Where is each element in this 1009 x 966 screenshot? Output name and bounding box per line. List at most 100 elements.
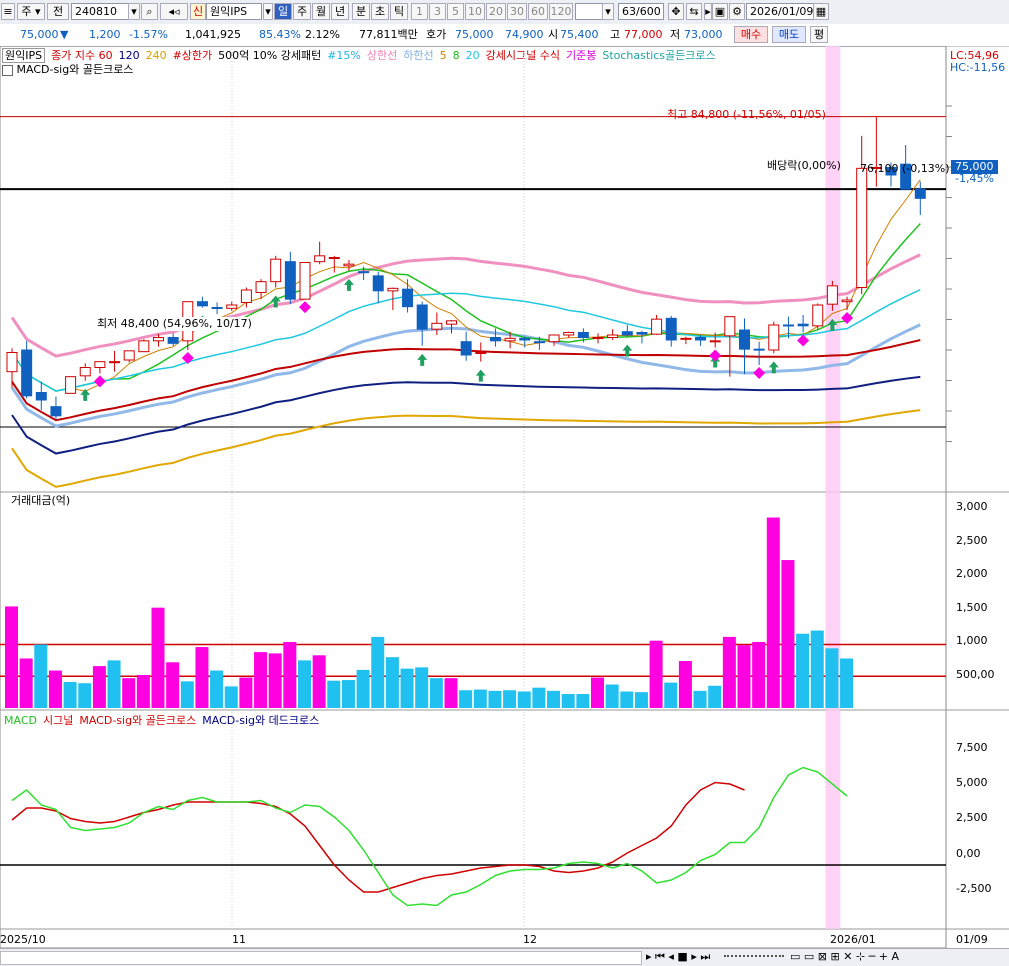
current-price: 75,000 <box>20 28 59 41</box>
count-input[interactable]: 63/600 <box>618 3 664 20</box>
volume-tick-1000: 1,000 <box>956 634 988 647</box>
period-year-button[interactable]: 년 <box>331 3 349 20</box>
minute-5-button[interactable]: 5 <box>447 3 464 20</box>
search-icon[interactable]: ⌕ <box>141 3 158 20</box>
minute-dropdown-icon[interactable]: ▾ <box>602 3 614 20</box>
candle-body <box>548 334 560 343</box>
volume-bar <box>678 661 692 708</box>
date-input[interactable]: 2026/01/09 <box>746 3 814 20</box>
volume-bar <box>78 683 92 708</box>
volume-bar <box>429 678 443 708</box>
candle-body <box>607 334 619 338</box>
minute-1-button[interactable]: 1 <box>411 3 428 20</box>
candle-body <box>768 324 780 351</box>
high-label: 고 <box>610 28 621 41</box>
candle-body <box>372 275 384 292</box>
macd-legend-item-0[interactable]: MACD <box>4 714 37 727</box>
volume-bar <box>239 677 253 708</box>
period-tick-button[interactable]: 틱 <box>390 3 408 20</box>
minute-10-button[interactable]: 10 <box>465 3 485 20</box>
view-tools-icons[interactable]: ▭ ▭ ⊠ ⊞ ✕ ⊹ ─ + A <box>790 950 899 964</box>
settings-icon[interactable]: ⚙ <box>729 3 745 20</box>
buy-button[interactable]: 매수 <box>734 26 768 43</box>
candle-body <box>240 289 252 303</box>
volume-bar <box>48 670 62 708</box>
x-label-jan: 2026/01 <box>830 933 876 946</box>
down-arrow-icon: ▼ <box>60 28 69 41</box>
volume-bar <box>151 607 165 708</box>
minute-60-button[interactable]: 60 <box>528 3 548 20</box>
period-minute-button[interactable]: 분 <box>352 3 370 20</box>
buy-signal-icon <box>475 369 486 382</box>
volume-bar <box>810 630 824 708</box>
volume-bar <box>122 678 136 708</box>
volume-bar <box>400 668 414 708</box>
zoom-slider[interactable] <box>724 955 784 960</box>
volume-bar <box>547 690 561 708</box>
bottom-scrollbar[interactable]: ▸ ⏮ ◂ ■ ▸ ⏭ ▭ ▭ ⊠ ⊞ ✕ ⊹ ─ + A <box>0 948 1009 966</box>
stock-name[interactable]: 원익IPS <box>206 3 262 20</box>
volume-bar <box>722 636 736 708</box>
period-month-button[interactable]: 월 <box>312 3 330 20</box>
candle-body <box>270 258 282 283</box>
volume-bar <box>224 686 238 708</box>
macd-tick-7500: 7,500 <box>956 741 988 754</box>
minute-20-button[interactable]: 20 <box>486 3 506 20</box>
minute-120-button[interactable]: 120 <box>549 3 573 20</box>
compare-icon[interactable]: ⇆ <box>686 3 702 20</box>
period-second-button[interactable]: 초 <box>371 3 389 20</box>
volume-bar <box>737 645 751 708</box>
save-icon[interactable]: ▣ <box>712 3 728 20</box>
buy-signal-icon <box>343 278 354 291</box>
period-week-button[interactable]: 주 <box>293 3 311 20</box>
market-select[interactable]: 주 ▾ <box>17 3 45 20</box>
volume-bar <box>796 633 810 708</box>
volume-bar <box>341 680 355 708</box>
name-dropdown-icon[interactable]: ▾ <box>263 3 273 20</box>
period-type-select[interactable]: 전 <box>47 3 69 20</box>
volume-bar <box>5 606 18 708</box>
scroll-track[interactable] <box>0 951 642 965</box>
candle-body <box>109 361 121 364</box>
minute-3-button[interactable]: 3 <box>429 3 446 20</box>
candle-body <box>50 406 62 417</box>
calendar-icon[interactable]: ▦ <box>813 3 829 20</box>
count-total: /600 <box>636 5 661 18</box>
ma120-line <box>11 375 921 455</box>
volume-ratio: 85.43% <box>259 28 301 41</box>
candle-body <box>358 271 370 274</box>
candle-body <box>504 337 516 342</box>
code-input[interactable]: 240810 <box>71 3 129 20</box>
volume-bar <box>444 678 458 708</box>
avg-button[interactable]: 평 <box>810 26 828 43</box>
candle-body <box>226 304 238 309</box>
scroll-nav-icons[interactable]: ▸ ⏮ ◂ ■ ▸ ⏭ <box>646 950 710 964</box>
macd-legend-item-2[interactable]: MACD-sig와 골든크로스 <box>79 714 196 727</box>
candle-body <box>739 329 750 350</box>
trade-amount: 77,811백만 <box>359 28 418 41</box>
volume-bar <box>620 691 634 708</box>
macd-legend-item-3[interactable]: MACD-sig와 데드크로스 <box>202 714 319 727</box>
x-label-right: 01/09 <box>956 933 988 946</box>
candle-body <box>79 367 91 377</box>
more-icon[interactable]: ▸ <box>704 3 712 20</box>
candle-body <box>680 337 692 340</box>
minute-30-button[interactable]: 30 <box>507 3 527 20</box>
sell-button[interactable]: 매도 <box>772 26 806 43</box>
volume-bar <box>356 669 370 708</box>
period-day-button[interactable]: 일 <box>274 3 292 20</box>
stock-chart[interactable] <box>0 46 1009 965</box>
minute-custom-input[interactable] <box>575 3 603 20</box>
volume-bar <box>371 636 385 708</box>
menu-icon[interactable]: ≡ <box>1 3 15 20</box>
speaker-icon[interactable]: ◂◃ <box>160 3 188 20</box>
candle-body <box>6 352 18 373</box>
new-badge: 신 <box>190 3 206 20</box>
crosshair-icon[interactable]: ✥ <box>668 3 684 20</box>
volume-bar <box>63 681 77 708</box>
candle-body <box>709 340 721 343</box>
code-dropdown-icon[interactable]: ▾ <box>128 3 140 20</box>
open-price: 75,400 <box>560 28 599 41</box>
volume-bar <box>34 644 48 708</box>
macd-legend-item-1[interactable]: 시그널 <box>43 714 73 727</box>
